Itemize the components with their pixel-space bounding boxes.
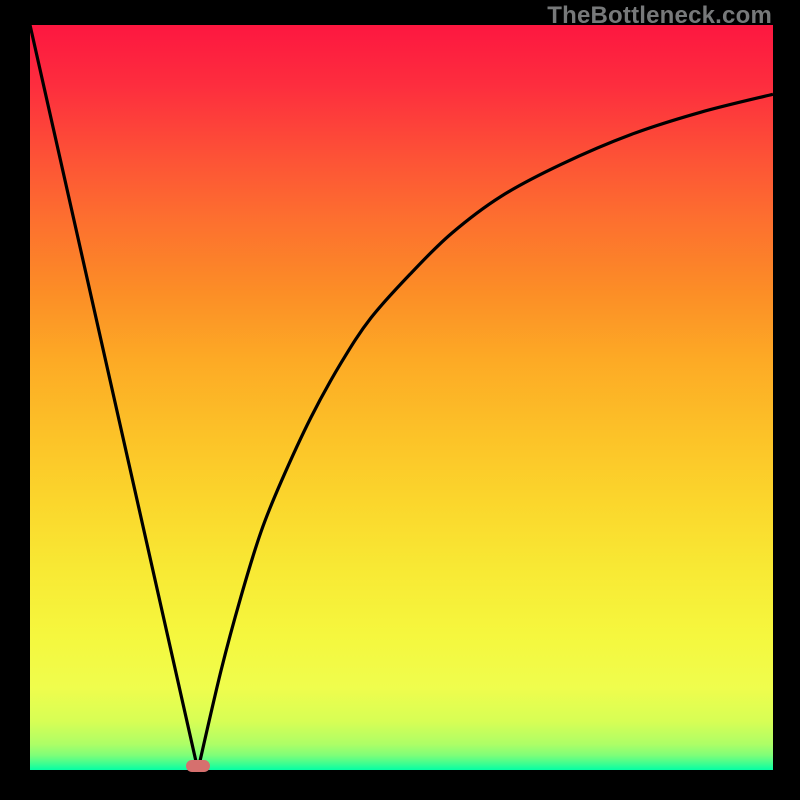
- plot-area: [30, 25, 773, 770]
- valley-marker: [186, 760, 210, 772]
- background-gradient: [30, 25, 773, 770]
- chart-stage: TheBottleneck.com: [0, 0, 800, 800]
